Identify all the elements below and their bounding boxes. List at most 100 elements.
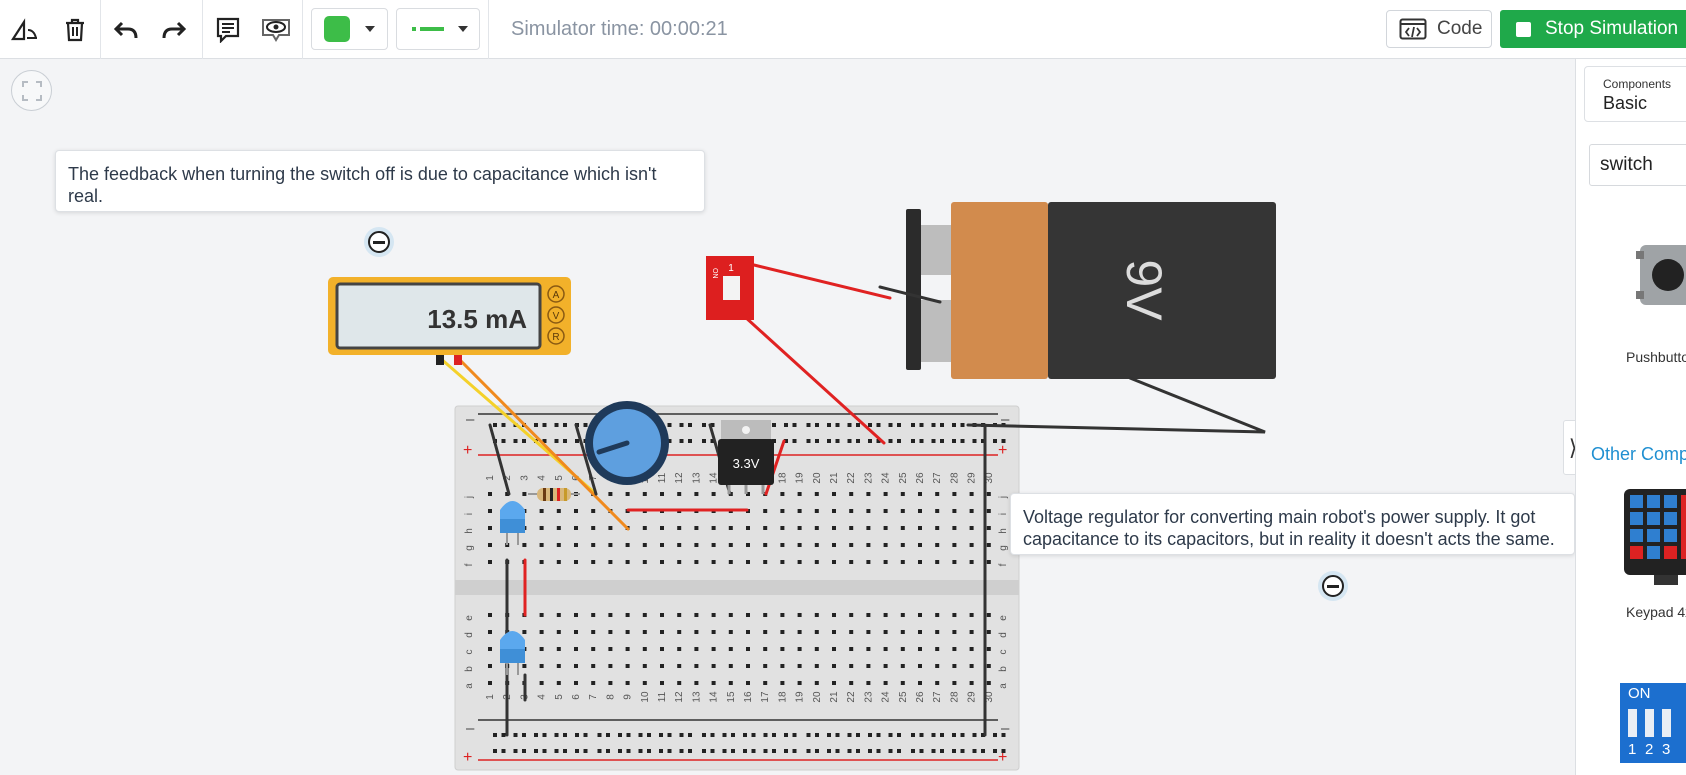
redo-button[interactable]: [154, 0, 194, 59]
column-label: 18: [777, 691, 788, 703]
column-label: 27: [932, 691, 943, 703]
voltage-regulator[interactable]: 3.3V: [718, 420, 774, 494]
multimeter[interactable]: 13.5 mA A V R: [328, 277, 571, 365]
column-label: 14: [709, 472, 720, 484]
column-label: 20: [812, 691, 823, 703]
row-label: j: [998, 496, 1009, 499]
column-label: 4: [537, 475, 548, 481]
note-text: Voltage regulator for converting main ro…: [1023, 507, 1555, 549]
column-label: 26: [915, 472, 926, 484]
dip-number: 3: [1662, 741, 1671, 758]
potentiometer[interactable]: [585, 401, 669, 485]
column-label: 29: [967, 472, 978, 484]
component-dip-switch[interactable]: ON 1 2 3: [1620, 683, 1686, 763]
multimeter-reading: 13.5 mA: [427, 304, 527, 334]
row-label: a: [998, 683, 1009, 689]
rotate-button[interactable]: [4, 0, 46, 59]
rail-plus-label: +: [998, 442, 1007, 459]
rotate-icon: [10, 17, 37, 40]
rail-minus-label: –: [466, 720, 475, 737]
column-label: 28: [949, 472, 960, 484]
stop-simulation-button[interactable]: Stop Simulation: [1500, 10, 1686, 48]
chevron-down-icon: [365, 26, 375, 32]
column-label: 24: [881, 691, 892, 703]
column-label: 28: [949, 691, 960, 703]
column-label: 19: [795, 691, 806, 703]
row-label: d: [464, 632, 475, 638]
column-label: 12: [674, 691, 685, 703]
column-label: 1: [485, 694, 496, 700]
column-label: 10: [640, 691, 651, 703]
note-feedback[interactable]: The feedback when turning the switch off…: [55, 150, 705, 212]
column-label: 19: [795, 472, 806, 484]
component-keypad[interactable]: [1624, 489, 1686, 589]
row-label: f: [464, 563, 475, 566]
rail-minus-label: –: [466, 411, 475, 428]
note-pin[interactable]: [364, 227, 394, 257]
note-pin[interactable]: [1318, 571, 1348, 601]
toolbar: Simulator time: 00:00:21 Code Stop Simul…: [0, 0, 1686, 59]
column-label: 27: [932, 472, 943, 484]
pushbutton-icon: [1636, 245, 1686, 305]
row-label: f: [998, 563, 1009, 566]
column-label: 3: [519, 475, 530, 481]
row-label: h: [464, 528, 475, 534]
workplane-canvas[interactable]: – – + + – – + + 112233445566778899101011…: [0, 59, 1575, 775]
notes-button[interactable]: [208, 0, 248, 59]
category-value: Basic: [1603, 93, 1648, 113]
row-label: e: [998, 615, 1009, 621]
dip-on-label: ON: [1628, 685, 1651, 702]
column-label: 15: [726, 691, 737, 703]
row-label: c: [998, 650, 1009, 655]
undo-icon: [113, 21, 138, 38]
redo-icon: [162, 21, 187, 38]
row-label: c: [464, 650, 475, 655]
row-label: i: [998, 513, 1009, 515]
trash-icon: [66, 18, 84, 41]
color-picker-dropdown[interactable]: [311, 8, 388, 50]
stop-simulation-label: Stop Simulation: [1545, 18, 1679, 39]
toggle-notes-visibility-button[interactable]: [256, 0, 296, 59]
code-button-label: Code: [1437, 18, 1483, 39]
row-label: b: [464, 666, 475, 672]
battery-label: 9V: [1116, 259, 1172, 321]
dip-number: 1: [1628, 741, 1637, 758]
column-label: 8: [605, 694, 616, 700]
note-text: The feedback when turning the switch off…: [68, 164, 657, 206]
slide-switch[interactable]: 1 ON: [706, 256, 754, 320]
row-label: a: [464, 683, 475, 689]
component-pushbutton[interactable]: [1636, 239, 1686, 309]
column-label: 5: [554, 694, 565, 700]
row-label: g: [464, 545, 475, 551]
wire-type-icon: [412, 27, 444, 31]
column-label: 11: [657, 472, 668, 483]
color-swatch: [324, 16, 350, 42]
mode-v-label: V: [553, 311, 560, 322]
note-voltage-regulator[interactable]: Voltage regulator for converting main ro…: [1010, 493, 1575, 555]
component-label: Pushbutton: [1626, 349, 1686, 365]
component-search-input[interactable]: [1589, 144, 1686, 186]
dip-number: 2: [1645, 741, 1654, 758]
column-label: 22: [846, 472, 857, 484]
code-button[interactable]: Code: [1386, 10, 1492, 48]
column-label: 13: [691, 691, 702, 703]
rail-plus-label: +: [463, 442, 472, 459]
undo-button[interactable]: [106, 0, 146, 59]
column-label: 20: [812, 472, 823, 484]
mode-a-label: A: [553, 290, 560, 301]
stop-icon: [1516, 21, 1531, 37]
delete-button[interactable]: [56, 0, 94, 59]
switch-on-label: ON: [711, 268, 718, 279]
other-components-header[interactable]: Other Components: [1591, 444, 1686, 465]
column-label: 4: [537, 694, 548, 700]
battery-9v[interactable]: 9V: [906, 202, 1276, 379]
column-label: 5: [554, 475, 565, 481]
wire-type-dropdown[interactable]: [396, 8, 480, 50]
row-label: b: [998, 666, 1009, 672]
row-label: e: [464, 615, 475, 621]
simulator-time: Simulator time: 00:00:21: [511, 18, 728, 40]
category-dropdown[interactable]: Components Basic: [1584, 66, 1686, 122]
row-label: j: [464, 496, 475, 499]
mode-r-label: R: [552, 332, 559, 343]
column-label: 25: [898, 691, 909, 703]
